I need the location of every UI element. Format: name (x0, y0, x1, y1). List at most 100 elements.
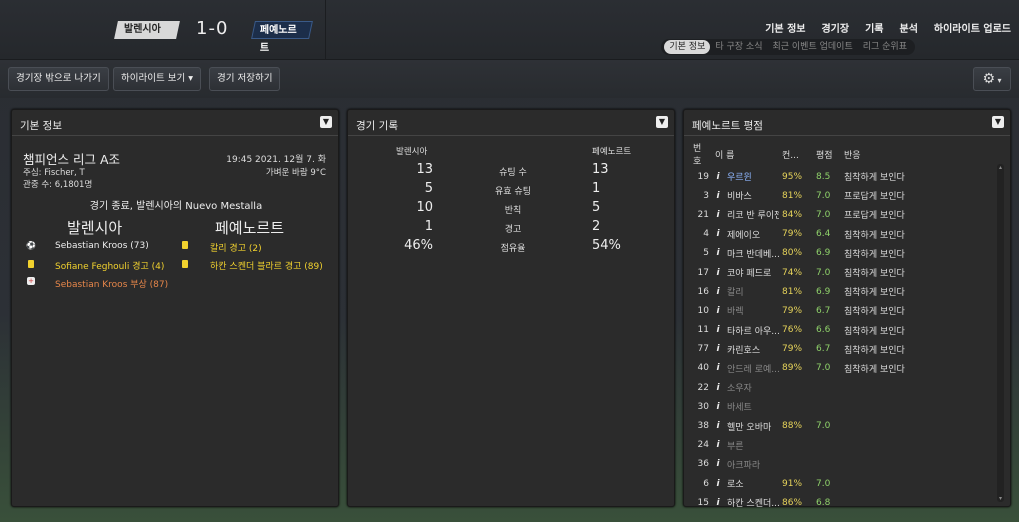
pass-completion: 79% (782, 344, 803, 355)
player-name[interactable]: 하칸 스켄더... (724, 493, 779, 512)
table-row[interactable]: 5 i 마크 반데베... 80% 6.9 침착하게 보인다 (690, 244, 908, 263)
player-name[interactable]: 우르윈 (724, 167, 779, 186)
player-name[interactable]: 코야 페드로 (724, 263, 779, 282)
table-row[interactable]: 4 i 제에이오 79% 6.4 침착하게 보인다 (690, 225, 908, 244)
player-name[interactable]: 마크 반데베... (724, 244, 779, 263)
away-event-yellow-1: 칼리 경고 (2) (210, 244, 262, 254)
table-row[interactable]: 19 i 우르윈 95% 8.5 침착하게 보인다 (690, 167, 908, 186)
home-team-tag[interactable]: 발렌시아 (114, 21, 180, 39)
player-rating (813, 455, 841, 474)
info-icon[interactable]: i (712, 436, 724, 455)
col-completion[interactable]: 컨... (779, 141, 813, 167)
table-row[interactable]: 30 i 바세트 (690, 397, 908, 416)
player-name[interactable]: 리코 반 루이젠 (724, 205, 779, 224)
info-icon[interactable]: i (712, 301, 724, 320)
info-icon[interactable]: i (712, 359, 724, 378)
pass-completion: 81% (782, 190, 803, 201)
info-icon[interactable]: i (712, 397, 724, 416)
away-team-tag[interactable]: 페예노르트 (251, 21, 313, 54)
info-icon[interactable]: i (712, 455, 724, 474)
pass-completion: 74% (782, 267, 803, 278)
info-icon[interactable]: i (712, 205, 724, 224)
info-icon[interactable]: i (712, 225, 724, 244)
top-nav: 기본 정보 경기장 기록 분석 하이라이트 업로드 (765, 20, 1011, 35)
player-number: 15 (697, 497, 709, 508)
info-icon[interactable]: i (712, 416, 724, 435)
player-name[interactable]: 비바스 (724, 186, 779, 205)
weather: 가벼운 바람 9°C (265, 168, 326, 178)
nav-stats[interactable]: 기록 (865, 20, 883, 35)
table-row[interactable]: 11 i 타하르 아우... 76% 6.6 침착하게 보인다 (690, 321, 908, 340)
table-row[interactable]: 24 i 부른 (690, 436, 908, 455)
player-name[interactable]: 안드레 로예... (724, 359, 779, 378)
player-reaction: 침착하게 보인다 (844, 307, 905, 318)
subtab-basic-info[interactable]: 기본 정보 (664, 40, 711, 54)
table-row[interactable]: 38 i 헬만 오바마 88% 7.0 (690, 416, 908, 435)
scroll-down-icon[interactable]: ▾ (997, 495, 1004, 502)
table-row[interactable]: 3 i 비바스 81% 7.0 프로답게 보인다 (690, 186, 908, 205)
table-row[interactable]: 36 i 아크파라 (690, 455, 908, 474)
stat-home-value: 13 (416, 162, 433, 177)
player-name[interactable]: 카린호스 (724, 340, 779, 359)
player-name[interactable]: 로소 (724, 474, 779, 493)
player-reaction: 침착하게 보인다 (844, 326, 905, 337)
player-rating: 6.6 (816, 325, 831, 336)
table-row[interactable]: 17 i 코야 페드로 74% 7.0 침착하게 보인다 (690, 263, 908, 282)
save-match-button[interactable]: 경기 저장하기 (209, 67, 281, 91)
leave-stadium-button[interactable]: 경기장 밖으로 나가기 (8, 67, 109, 91)
player-name[interactable]: 바세트 (724, 397, 779, 416)
match-summary: 경기 종료, 발렌시아의 Nuevo Mestalla (89, 201, 263, 212)
stat-label: 경고 (504, 225, 522, 235)
player-name[interactable]: 칼리 (724, 282, 779, 301)
table-row[interactable]: 77 i 카린호스 79% 6.7 침착하게 보인다 (690, 340, 908, 359)
table-row[interactable]: 21 i 리코 반 루이젠 84% 7.0 프로답게 보인다 (690, 205, 908, 224)
subtab-recent-events[interactable]: 최근 이벤트 업데이트 (767, 40, 857, 54)
panel-menu-button[interactable]: ▼ (656, 116, 668, 128)
col-reaction[interactable]: 반응 (841, 141, 908, 167)
info-icon[interactable]: i (712, 340, 724, 359)
col-name[interactable]: 이 름 (712, 141, 779, 167)
table-row[interactable]: 15 i 하칸 스켄더... 86% 6.8 (690, 493, 908, 512)
highlights-button[interactable]: 하이라이트 보기 ▾ (113, 67, 202, 91)
col-number[interactable]: 번호 (690, 141, 712, 167)
subtab-league-table[interactable]: 리그 순위표 (858, 40, 912, 54)
settings-button[interactable]: ⚙ ▾ (973, 67, 1011, 91)
info-icon[interactable]: i (712, 474, 724, 493)
table-row[interactable]: 16 i 칼리 81% 6.9 침착하게 보인다 (690, 282, 908, 301)
panel-menu-button[interactable]: ▼ (320, 116, 332, 128)
info-icon[interactable]: i (712, 282, 724, 301)
pass-completion: 89% (782, 363, 803, 374)
table-row[interactable]: 22 i 소우자 (690, 378, 908, 397)
player-rating: 7.0 (816, 209, 831, 220)
player-name[interactable]: 헬만 오바마 (724, 416, 779, 435)
info-icon[interactable]: i (712, 493, 724, 512)
subtab-other-grounds[interactable]: 타 구장 소식 (710, 40, 767, 54)
col-rating[interactable]: 평점 (813, 141, 841, 167)
player-name[interactable]: 소우자 (724, 378, 779, 397)
stat-label: 점유율 (500, 244, 526, 254)
nav-analysis[interactable]: 분석 (900, 20, 918, 35)
info-icon[interactable]: i (712, 186, 724, 205)
table-row[interactable]: 10 i 바렉 79% 6.7 침착하게 보인다 (690, 301, 908, 320)
table-row[interactable]: 40 i 안드레 로예... 89% 7.0 침착하게 보인다 (690, 359, 908, 378)
player-name[interactable]: 부른 (724, 436, 779, 455)
stat-away-value: 2 (592, 219, 601, 234)
scrollbar[interactable]: ▴ ▾ (997, 164, 1004, 502)
player-name[interactable]: 타하르 아우... (724, 321, 779, 340)
player-name[interactable]: 제에이오 (724, 225, 779, 244)
info-icon[interactable]: i (712, 321, 724, 340)
info-icon[interactable]: i (712, 244, 724, 263)
info-icon[interactable]: i (712, 263, 724, 282)
player-rating (813, 397, 841, 416)
nav-stadium[interactable]: 경기장 (821, 20, 849, 35)
nav-basic-info[interactable]: 기본 정보 (765, 20, 805, 35)
info-icon[interactable]: i (712, 167, 724, 186)
player-name[interactable]: 아크파라 (724, 455, 779, 474)
table-row[interactable]: 6 i 로소 91% 7.0 (690, 474, 908, 493)
player-reaction: 침착하게 보인다 (844, 364, 905, 375)
scroll-up-icon[interactable]: ▴ (997, 164, 1004, 171)
player-name[interactable]: 바렉 (724, 301, 779, 320)
info-icon[interactable]: i (712, 378, 724, 397)
nav-highlight-upload[interactable]: 하이라이트 업로드 (934, 20, 1011, 35)
panel-menu-button[interactable]: ▼ (992, 116, 1004, 128)
